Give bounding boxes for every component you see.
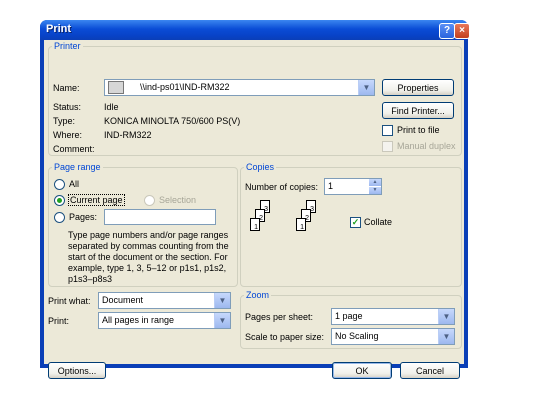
print-what-value: Document: [102, 295, 144, 305]
collate-checkbox[interactable]: ✓: [350, 217, 361, 228]
chevron-down-icon[interactable]: ▼: [358, 80, 374, 95]
print-to-file-label: Print to file: [397, 125, 440, 135]
page-1-icon: 1: [296, 218, 306, 231]
close-icon[interactable]: ×: [454, 23, 470, 39]
type-label: Type:: [53, 116, 76, 126]
pages-per-sheet-label: Pages per sheet:: [245, 312, 314, 322]
chevron-down-icon[interactable]: ▼: [438, 329, 454, 344]
scale-to-paper-value: No Scaling: [335, 331, 379, 341]
selection-label: Selection: [159, 195, 197, 205]
chevron-down-icon[interactable]: ▼: [214, 293, 230, 308]
printer-group-title: Printer: [52, 41, 83, 51]
help-icon[interactable]: ?: [439, 23, 455, 39]
number-of-copies-label: Number of copies:: [245, 182, 319, 192]
print-label: Print:: [48, 316, 70, 326]
status-label: Status:: [53, 102, 82, 112]
window-title: Print: [46, 23, 72, 35]
where-value: IND-RM322: [104, 130, 152, 140]
all-radio[interactable]: [54, 179, 65, 190]
pages-per-sheet-select[interactable]: 1 page ▼: [331, 308, 455, 325]
copies-input[interactable]: 1 ▲ ▼: [324, 178, 382, 195]
chevron-down-icon[interactable]: ▼: [214, 313, 230, 328]
manual-duplex-checkbox[interactable]: [382, 141, 393, 152]
cancel-button[interactable]: Cancel: [400, 362, 460, 379]
copies-value: 1: [328, 181, 334, 191]
page-range-group-title: Page range: [52, 162, 103, 172]
printer-icon: [108, 81, 124, 94]
properties-button[interactable]: Properties: [382, 79, 454, 96]
pages-label: Pages:: [69, 212, 98, 222]
all-label: All: [69, 179, 80, 189]
scale-to-paper-label: Scale to paper size:: [245, 332, 325, 342]
current-page-label: Current page: [68, 194, 125, 206]
print-dialog: Print ? × Printer Name: \\ind-ps01\IND-R…: [40, 20, 470, 379]
print-value: All pages in range: [102, 315, 175, 325]
manual-duplex-label: Manual duplex: [397, 141, 456, 151]
print-what-select[interactable]: Document ▼: [98, 292, 231, 309]
pages-input[interactable]: [104, 209, 216, 225]
copies-group-title: Copies: [244, 162, 277, 172]
name-label: Name:: [53, 83, 80, 93]
pages-radio[interactable]: [54, 212, 65, 223]
print-what-label: Print what:: [48, 296, 91, 306]
spin-up-icon[interactable]: ▲: [369, 179, 381, 186]
zoom-group-title: Zoom: [244, 290, 272, 300]
printer-name-select[interactable]: \\ind-ps01\IND-RM322 ▼: [104, 79, 375, 96]
status-value: Idle: [104, 102, 119, 112]
type-value: KONICA MINOLTA 750/600 PS(V): [104, 116, 241, 126]
collate-illustration: 3 2 1 3 2 1: [244, 200, 334, 250]
find-printer-button[interactable]: Find Printer...: [382, 102, 454, 119]
printer-name-value: \\ind-ps01\IND-RM322: [140, 82, 230, 92]
print-to-file-checkbox[interactable]: [382, 125, 393, 136]
print-select[interactable]: All pages in range ▼: [98, 312, 231, 329]
comment-label: Comment:: [53, 144, 95, 154]
current-page-radio[interactable]: [54, 195, 65, 206]
scale-to-paper-select[interactable]: No Scaling ▼: [331, 328, 455, 345]
title-bar[interactable]: Print ? ×: [40, 20, 470, 40]
page-range-hint: Type page numbers and/or page ranges sep…: [68, 230, 229, 284]
chevron-down-icon[interactable]: ▼: [438, 309, 454, 324]
collate-label: Collate: [364, 217, 393, 227]
pages-per-sheet-value: 1 page: [335, 311, 363, 321]
ok-button[interactable]: OK: [332, 362, 392, 379]
spin-down-icon[interactable]: ▼: [369, 187, 381, 194]
dialog-body: Printer Name: \\ind-ps01\IND-RM322 ▼ Pro…: [44, 40, 464, 379]
options-button[interactable]: Options...: [48, 362, 106, 379]
where-label: Where:: [53, 130, 83, 140]
page-1-icon: 1: [250, 218, 260, 231]
selection-radio[interactable]: [144, 195, 155, 206]
